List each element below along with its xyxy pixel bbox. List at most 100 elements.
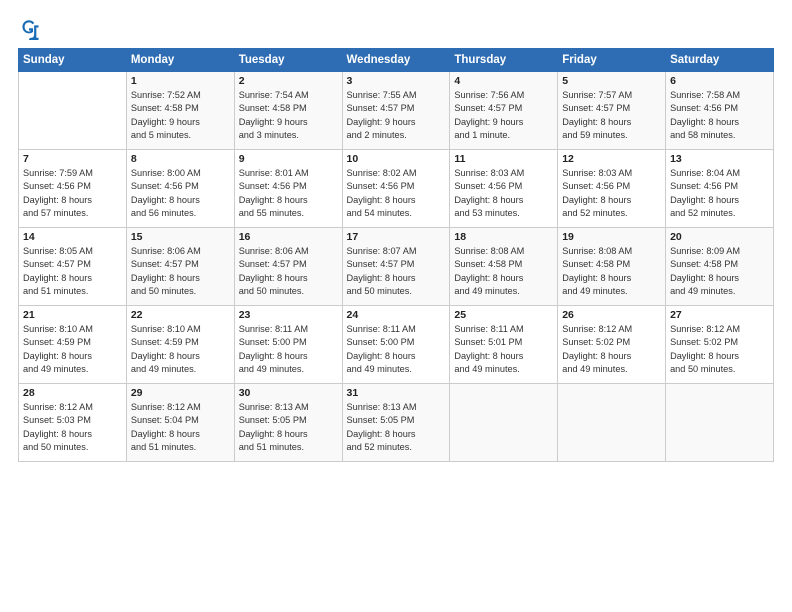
day-info: Sunrise: 7:54 AM Sunset: 4:58 PM Dayligh… xyxy=(239,89,338,142)
day-number: 17 xyxy=(347,231,446,243)
calendar-cell xyxy=(666,384,774,462)
day-number: 1 xyxy=(131,75,230,87)
day-number: 24 xyxy=(347,309,446,321)
day-info: Sunrise: 8:06 AM Sunset: 4:57 PM Dayligh… xyxy=(131,245,230,298)
calendar-cell: 24 Sunrise: 8:11 AM Sunset: 5:00 PM Dayli… xyxy=(342,306,450,384)
calendar-cell xyxy=(19,72,127,150)
day-number: 5 xyxy=(562,75,661,87)
calendar-cell xyxy=(450,384,558,462)
day-number: 20 xyxy=(670,231,769,243)
day-number: 22 xyxy=(131,309,230,321)
day-number: 31 xyxy=(347,387,446,399)
day-info: Sunrise: 8:12 AM Sunset: 5:03 PM Dayligh… xyxy=(23,401,122,454)
day-info: Sunrise: 8:09 AM Sunset: 4:58 PM Dayligh… xyxy=(670,245,769,298)
page: SundayMondayTuesdayWednesdayThursdayFrid… xyxy=(0,0,792,612)
day-number: 12 xyxy=(562,153,661,165)
day-number: 30 xyxy=(239,387,338,399)
header-cell-thursday: Thursday xyxy=(450,49,558,72)
calendar-cell: 16Sunrise: 8:06 AM Sunset: 4:57 PM Dayli… xyxy=(234,228,342,306)
header-cell-wednesday: Wednesday xyxy=(342,49,450,72)
calendar-cell: 27 Sunrise: 8:12 AM Sunset: 5:02 PM Dayli… xyxy=(666,306,774,384)
calendar-cell: 29 Sunrise: 8:12 AM Sunset: 5:04 PM Dayli… xyxy=(126,384,234,462)
calendar-cell: 3Sunrise: 7:55 AM Sunset: 4:57 PM Daylig… xyxy=(342,72,450,150)
header-cell-sunday: Sunday xyxy=(19,49,127,72)
calendar-cell: 28 Sunrise: 8:12 AM Sunset: 5:03 PM Dayli… xyxy=(19,384,127,462)
calendar-cell: 15 Sunrise: 8:06 AM Sunset: 4:57 PM Dayli… xyxy=(126,228,234,306)
day-info: Sunrise: 8:03 AM Sunset: 4:56 PM Dayligh… xyxy=(454,167,553,220)
calendar-cell: 22 Sunrise: 8:10 AM Sunset: 4:59 PM Dayli… xyxy=(126,306,234,384)
calendar-cell: 13 Sunrise: 8:04 AM Sunset: 4:56 PM Dayli… xyxy=(666,150,774,228)
header-cell-saturday: Saturday xyxy=(666,49,774,72)
calendar-row: 14Sunrise: 8:05 AM Sunset: 4:57 PM Dayli… xyxy=(19,228,774,306)
day-info: Sunrise: 7:52 AM Sunset: 4:58 PM Dayligh… xyxy=(131,89,230,142)
day-number: 4 xyxy=(454,75,553,87)
header-cell-monday: Monday xyxy=(126,49,234,72)
header-row: SundayMondayTuesdayWednesdayThursdayFrid… xyxy=(19,49,774,72)
day-info: Sunrise: 8:11 AM Sunset: 5:00 PM Dayligh… xyxy=(239,323,338,376)
calendar-cell: 18 Sunrise: 8:08 AM Sunset: 4:58 PM Dayli… xyxy=(450,228,558,306)
calendar-cell: 23 Sunrise: 8:11 AM Sunset: 5:00 PM Dayli… xyxy=(234,306,342,384)
day-info: Sunrise: 8:10 AM Sunset: 4:59 PM Dayligh… xyxy=(23,323,122,376)
day-number: 9 xyxy=(239,153,338,165)
calendar-table: SundayMondayTuesdayWednesdayThursdayFrid… xyxy=(18,48,774,462)
day-number: 29 xyxy=(131,387,230,399)
logo xyxy=(18,18,44,40)
day-info: Sunrise: 8:13 AM Sunset: 5:05 PM Dayligh… xyxy=(239,401,338,454)
day-info: Sunrise: 8:12 AM Sunset: 5:02 PM Dayligh… xyxy=(562,323,661,376)
day-number: 18 xyxy=(454,231,553,243)
day-info: Sunrise: 8:11 AM Sunset: 5:01 PM Dayligh… xyxy=(454,323,553,376)
calendar-cell: 17 Sunrise: 8:07 AM Sunset: 4:57 PM Dayli… xyxy=(342,228,450,306)
calendar-row: 21 Sunrise: 8:10 AM Sunset: 4:59 PM Dayli… xyxy=(19,306,774,384)
logo-icon xyxy=(18,18,40,40)
day-number: 13 xyxy=(670,153,769,165)
calendar-cell: 25 Sunrise: 8:11 AM Sunset: 5:01 PM Dayli… xyxy=(450,306,558,384)
calendar-cell: 20 Sunrise: 8:09 AM Sunset: 4:58 PM Dayli… xyxy=(666,228,774,306)
day-number: 27 xyxy=(670,309,769,321)
calendar-cell: 10 Sunrise: 8:02 AM Sunset: 4:56 PM Dayli… xyxy=(342,150,450,228)
calendar-cell: 9Sunrise: 8:01 AM Sunset: 4:56 PM Daylig… xyxy=(234,150,342,228)
calendar-cell: 2 Sunrise: 7:54 AM Sunset: 4:58 PM Daylig… xyxy=(234,72,342,150)
day-number: 10 xyxy=(347,153,446,165)
calendar-cell: 8Sunrise: 8:00 AM Sunset: 4:56 PM Daylig… xyxy=(126,150,234,228)
calendar-cell: 5Sunrise: 7:57 AM Sunset: 4:57 PM Daylig… xyxy=(558,72,666,150)
day-number: 26 xyxy=(562,309,661,321)
calendar-cell: 1 Sunrise: 7:52 AM Sunset: 4:58 PM Daylig… xyxy=(126,72,234,150)
day-number: 7 xyxy=(23,153,122,165)
calendar-row: 7 Sunrise: 7:59 AM Sunset: 4:56 PM Daylig… xyxy=(19,150,774,228)
day-info: Sunrise: 8:12 AM Sunset: 5:04 PM Dayligh… xyxy=(131,401,230,454)
day-number: 6 xyxy=(670,75,769,87)
day-number: 2 xyxy=(239,75,338,87)
day-number: 21 xyxy=(23,309,122,321)
day-info: Sunrise: 8:12 AM Sunset: 5:02 PM Dayligh… xyxy=(670,323,769,376)
calendar-cell: 7 Sunrise: 7:59 AM Sunset: 4:56 PM Daylig… xyxy=(19,150,127,228)
day-info: Sunrise: 8:02 AM Sunset: 4:56 PM Dayligh… xyxy=(347,167,446,220)
day-number: 25 xyxy=(454,309,553,321)
calendar-cell: 31 Sunrise: 8:13 AM Sunset: 5:05 PM Dayli… xyxy=(342,384,450,462)
day-number: 28 xyxy=(23,387,122,399)
day-info: Sunrise: 7:56 AM Sunset: 4:57 PM Dayligh… xyxy=(454,89,553,142)
day-info: Sunrise: 7:59 AM Sunset: 4:56 PM Dayligh… xyxy=(23,167,122,220)
day-info: Sunrise: 8:03 AM Sunset: 4:56 PM Dayligh… xyxy=(562,167,661,220)
day-info: Sunrise: 8:10 AM Sunset: 4:59 PM Dayligh… xyxy=(131,323,230,376)
header-cell-friday: Friday xyxy=(558,49,666,72)
calendar-cell: 14Sunrise: 8:05 AM Sunset: 4:57 PM Dayli… xyxy=(19,228,127,306)
calendar-cell: 11 Sunrise: 8:03 AM Sunset: 4:56 PM Dayli… xyxy=(450,150,558,228)
calendar-cell xyxy=(558,384,666,462)
day-info: Sunrise: 8:11 AM Sunset: 5:00 PM Dayligh… xyxy=(347,323,446,376)
day-number: 23 xyxy=(239,309,338,321)
calendar-cell: 21 Sunrise: 8:10 AM Sunset: 4:59 PM Dayli… xyxy=(19,306,127,384)
day-number: 11 xyxy=(454,153,553,165)
day-info: Sunrise: 8:13 AM Sunset: 5:05 PM Dayligh… xyxy=(347,401,446,454)
calendar-cell: 4 Sunrise: 7:56 AM Sunset: 4:57 PM Daylig… xyxy=(450,72,558,150)
day-info: Sunrise: 8:08 AM Sunset: 4:58 PM Dayligh… xyxy=(454,245,553,298)
header xyxy=(18,18,774,40)
day-number: 3 xyxy=(347,75,446,87)
day-number: 14 xyxy=(23,231,122,243)
calendar-row: 1 Sunrise: 7:52 AM Sunset: 4:58 PM Daylig… xyxy=(19,72,774,150)
day-info: Sunrise: 8:07 AM Sunset: 4:57 PM Dayligh… xyxy=(347,245,446,298)
calendar-cell: 30 Sunrise: 8:13 AM Sunset: 5:05 PM Dayli… xyxy=(234,384,342,462)
day-info: Sunrise: 8:04 AM Sunset: 4:56 PM Dayligh… xyxy=(670,167,769,220)
day-number: 15 xyxy=(131,231,230,243)
calendar-cell: 19Sunrise: 8:08 AM Sunset: 4:58 PM Dayli… xyxy=(558,228,666,306)
day-info: Sunrise: 8:08 AM Sunset: 4:58 PM Dayligh… xyxy=(562,245,661,298)
